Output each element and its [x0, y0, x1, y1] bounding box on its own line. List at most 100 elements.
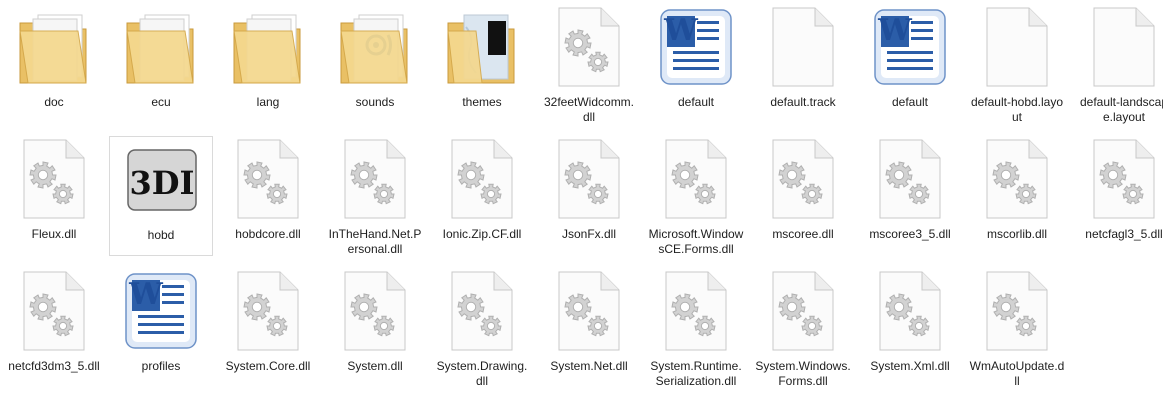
file-name-label: 32feetWidcomm.dll [543, 95, 635, 124]
dll-gear-icon [751, 271, 855, 353]
blank-file-icon [965, 7, 1069, 89]
file-name-label: profiles [141, 359, 181, 373]
file-item[interactable]: System.Runtime.Serialization.dll [644, 268, 748, 388]
file-name-label: System.Drawing.dll [436, 359, 528, 388]
file-item[interactable]: ecu [109, 4, 213, 124]
dll-gear-icon [2, 271, 106, 353]
file-name-label: InTheHand.Net.Personal.dll [328, 227, 422, 256]
file-item[interactable]: 32feetWidcomm.dll [537, 4, 641, 124]
folder-themes-icon [430, 7, 534, 89]
folder-icon [109, 7, 213, 89]
file-name-label: netcfd3dm3_5.dll [8, 359, 100, 373]
dll-gear-icon [751, 139, 855, 221]
svg-text:W: W [128, 277, 164, 312]
file-name-label: Microsoft.WindowsCE.Forms.dll [648, 227, 744, 256]
blank-file-icon [1072, 7, 1163, 89]
file-icon-grid: doc ecu lang sounds themes 32feetWidcomm.dll W… [0, 0, 1163, 412]
dll-gear-icon [858, 139, 962, 221]
file-name-label: Ionic.Zip.CF.dll [442, 227, 522, 241]
file-name-label: System.dll [347, 359, 403, 373]
blank-file-icon [751, 7, 855, 89]
file-name-label: hobd [147, 228, 175, 242]
dll-gear-icon [2, 139, 106, 221]
dll-gear-icon [430, 271, 534, 353]
file-name-label: mscoree.dll [772, 227, 834, 241]
dll-gear-icon [965, 139, 1069, 221]
file-name-label: netcfagl3_5.dll [1085, 227, 1163, 241]
file-name-label: ecu [151, 95, 171, 109]
dll-gear-icon [430, 139, 534, 221]
file-item[interactable]: default.track [751, 4, 855, 124]
file-item[interactable]: WmAutoUpdate.dll [965, 268, 1069, 388]
word-doc-icon: W [109, 271, 213, 353]
file-name-label: lang [256, 95, 280, 109]
dll-gear-icon [537, 139, 641, 221]
svg-text:W: W [877, 13, 913, 48]
file-name-label: default [891, 95, 929, 109]
file-item[interactable]: sounds [323, 4, 427, 124]
file-name-label: doc [44, 95, 64, 109]
file-name-label: JsonFx.dll [561, 227, 617, 241]
file-item[interactable]: System.Drawing.dll [430, 268, 534, 388]
file-name-label: System.Runtime.Serialization.dll [650, 359, 742, 388]
file-name-label: mscoree3_5.dll [869, 227, 951, 241]
file-item[interactable]: doc [2, 4, 106, 124]
file-item[interactable]: Microsoft.WindowsCE.Forms.dll [644, 136, 748, 256]
file-item[interactable]: Wdefault [644, 4, 748, 124]
dll-gear-icon [216, 139, 320, 221]
file-item[interactable]: Fleux.dll [2, 136, 106, 256]
file-name-label: default [677, 95, 715, 109]
dll-gear-icon [1072, 139, 1163, 221]
file-name-label: Fleux.dll [31, 227, 77, 241]
file-name-label: hobdcore.dll [235, 227, 301, 241]
file-name-label: default.track [770, 95, 836, 109]
file-item[interactable]: System.Net.dll [537, 268, 641, 388]
file-item[interactable]: 3DI hobd [109, 136, 213, 256]
file-name-label: WmAutoUpdate.dll [969, 359, 1065, 388]
dll-gear-icon [644, 271, 748, 353]
file-item[interactable]: System.Xml.dll [858, 268, 962, 388]
file-item[interactable]: mscoree3_5.dll [858, 136, 962, 256]
file-item[interactable]: Wdefault [858, 4, 962, 124]
file-name-label: System.Xml.dll [870, 359, 950, 373]
word-doc-icon: W [644, 7, 748, 89]
file-item[interactable]: Ionic.Zip.CF.dll [430, 136, 534, 256]
dll-gear-icon [323, 139, 427, 221]
file-item[interactable]: netcfd3dm3_5.dll [2, 268, 106, 388]
file-name-label: mscorlib.dll [986, 227, 1047, 241]
svg-text:3DI: 3DI [130, 164, 195, 202]
file-item[interactable]: System.Windows.Forms.dll [751, 268, 855, 388]
file-name-label: themes [462, 95, 502, 109]
file-item[interactable]: default-hobd.layout [965, 4, 1069, 124]
file-name-label: System.Net.dll [550, 359, 628, 373]
file-item[interactable]: mscorlib.dll [965, 136, 1069, 256]
dll-gear-icon [965, 271, 1069, 353]
file-item[interactable]: hobdcore.dll [216, 136, 320, 256]
file-name-label: default-hobd.layout [970, 95, 1064, 124]
file-name-label: sounds [355, 95, 395, 109]
dll-gear-icon [216, 271, 320, 353]
file-item[interactable]: themes [430, 4, 534, 124]
file-name-label: System.Core.dll [225, 359, 311, 373]
file-item[interactable]: netcfagl3_5.dll [1072, 136, 1163, 256]
dll-gear-icon [323, 271, 427, 353]
file-item[interactable]: mscoree.dll [751, 136, 855, 256]
dll-gear-icon [858, 271, 962, 353]
file-item[interactable]: System.Core.dll [216, 268, 320, 388]
hobd-app-icon: 3DI [110, 140, 214, 222]
dll-gear-icon [537, 271, 641, 353]
dll-gear-icon [644, 139, 748, 221]
svg-text:W: W [663, 13, 699, 48]
file-item[interactable]: default-landscape.layout [1072, 4, 1163, 124]
word-doc-icon: W [858, 7, 962, 89]
file-item[interactable]: JsonFx.dll [537, 136, 641, 256]
dll-gear-icon [537, 7, 641, 89]
file-item[interactable]: Wprofiles [109, 268, 213, 388]
folder-sounds-icon [323, 7, 427, 89]
folder-icon [216, 7, 320, 89]
folder-icon [2, 7, 106, 89]
file-item[interactable]: lang [216, 4, 320, 124]
file-item[interactable]: System.dll [323, 268, 427, 388]
file-item[interactable]: InTheHand.Net.Personal.dll [323, 136, 427, 256]
file-name-label: default-landscape.layout [1079, 95, 1163, 124]
